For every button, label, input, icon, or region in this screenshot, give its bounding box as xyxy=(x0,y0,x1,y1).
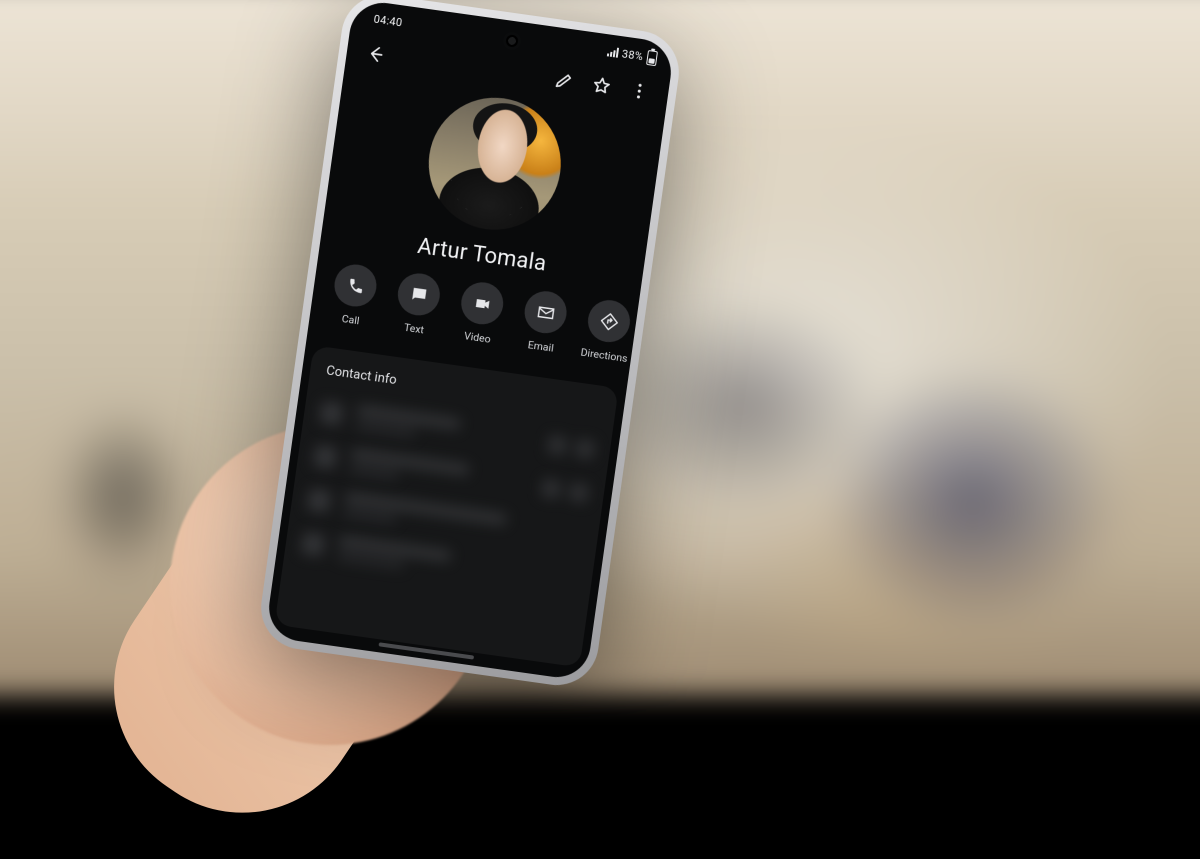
directions-label: Directions xyxy=(580,346,629,365)
video-call-icon[interactable] xyxy=(547,435,567,455)
email-icon xyxy=(307,488,332,513)
overflow-button[interactable] xyxy=(620,72,658,110)
battery-percent: 38% xyxy=(621,47,644,63)
contact-info-card: Contact info xyxy=(274,345,618,667)
clock: 04:40 xyxy=(373,12,403,29)
favorite-button[interactable] xyxy=(582,67,620,105)
arrow-left-icon xyxy=(365,43,388,66)
videocam-icon xyxy=(471,293,492,314)
back-button[interactable] xyxy=(357,35,395,73)
video-action[interactable]: Video xyxy=(452,279,510,347)
email-icon xyxy=(535,302,556,323)
video-label: Video xyxy=(463,329,491,346)
pencil-icon xyxy=(553,69,576,92)
directions-icon xyxy=(598,310,619,331)
location-icon xyxy=(301,532,326,557)
call-action[interactable]: Call xyxy=(325,261,383,329)
email-label: Email xyxy=(527,338,555,354)
email-action[interactable]: Email xyxy=(515,288,573,356)
directions-action[interactable]: Directions xyxy=(579,297,637,365)
message-icon[interactable] xyxy=(575,439,595,459)
phone-icon xyxy=(319,401,344,426)
message-icon xyxy=(408,284,429,305)
phone-icon xyxy=(313,445,338,470)
star-icon xyxy=(590,75,613,98)
text-label: Text xyxy=(403,321,425,337)
more-vert-icon xyxy=(628,80,651,103)
text-action[interactable]: Text xyxy=(388,270,446,338)
contact-avatar[interactable] xyxy=(420,89,569,238)
battery-icon xyxy=(646,49,658,65)
signal-icon xyxy=(606,46,618,57)
phone-icon xyxy=(345,275,366,296)
call-label: Call xyxy=(341,312,360,327)
edit-button[interactable] xyxy=(545,61,583,99)
